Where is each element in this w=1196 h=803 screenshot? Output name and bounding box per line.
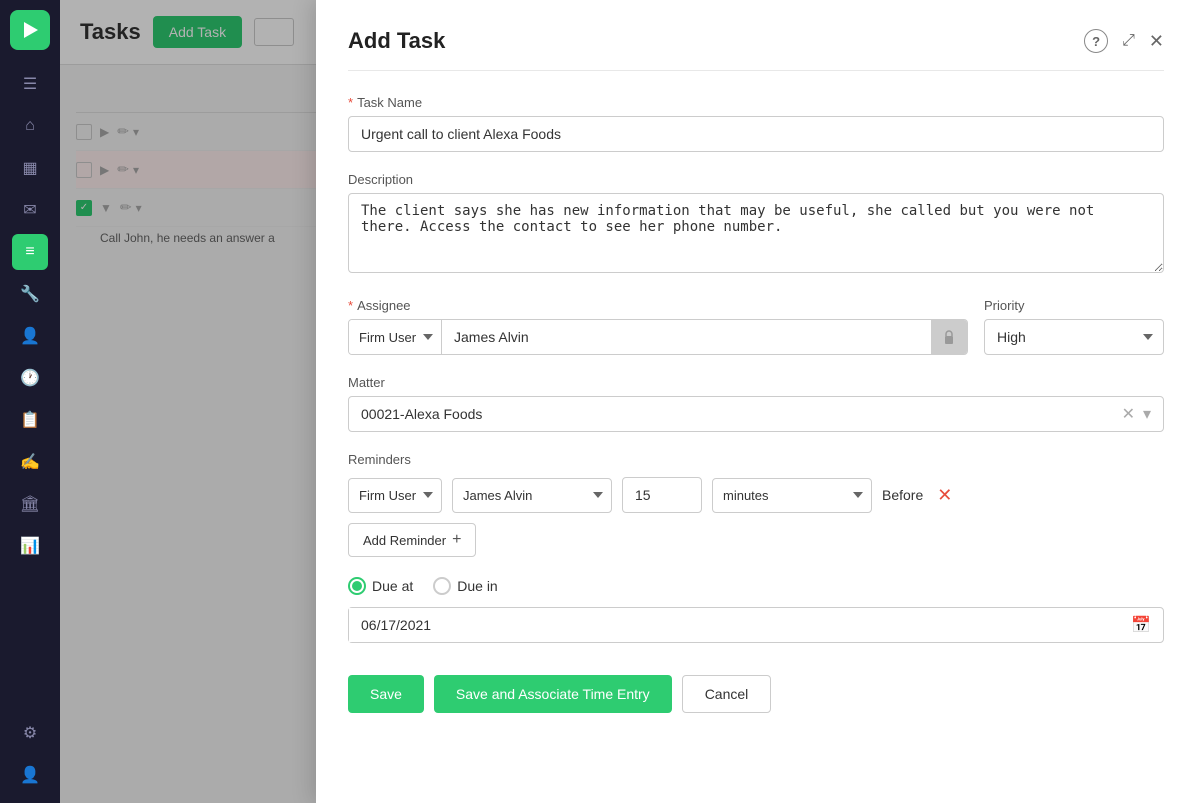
lock-icon[interactable]	[931, 320, 967, 354]
task-name-input[interactable]	[348, 116, 1164, 152]
matter-group: Matter 00021-Alexa Foods ✕ ▾	[348, 375, 1164, 432]
reminder-name-select[interactable]: James Alvin	[452, 478, 612, 513]
expand-icon[interactable]: ⤢	[1122, 32, 1135, 50]
due-in-option[interactable]: Due in	[433, 577, 497, 595]
reminder-row: Firm User James Alvin minutes Before ✕	[348, 477, 1164, 513]
calendar-icon[interactable]: 📅	[1119, 615, 1163, 635]
priority-group: Priority High	[984, 298, 1164, 355]
assignee-select-group: Firm User James Alvin	[348, 319, 968, 355]
description-group: Description	[348, 172, 1164, 278]
sidebar-item-settings[interactable]: ⚙	[12, 715, 48, 751]
due-group: Due at Due in 📅	[348, 577, 1164, 643]
task-name-label: *Task Name	[348, 95, 1164, 110]
sidebar-item-profile[interactable]: 👤	[12, 757, 48, 793]
sidebar-item-home[interactable]: ⌂	[12, 108, 48, 144]
cancel-button[interactable]: Cancel	[682, 675, 772, 713]
sidebar-item-reports[interactable]: 📊	[12, 528, 48, 564]
due-in-radio[interactable]	[433, 577, 451, 595]
reminders-label: Reminders	[348, 452, 1164, 467]
sidebar-item-esign[interactable]: ✍	[12, 444, 48, 480]
due-at-label: Due at	[372, 578, 413, 594]
modal-title: Add Task	[348, 28, 445, 54]
close-icon[interactable]: ✕	[1149, 31, 1164, 52]
reminders-section: Reminders Firm User James Alvin minutes …	[348, 452, 1164, 557]
footer-buttons: Save Save and Associate Time Entry Cance…	[348, 675, 1164, 713]
sidebar-item-tasks[interactable]: ≡	[12, 234, 48, 270]
sidebar-item-trust[interactable]: 🏛	[12, 486, 48, 522]
due-at-radio[interactable]	[348, 577, 366, 595]
matter-clear-icon[interactable]: ✕	[1122, 404, 1135, 424]
matter-input-row: 00021-Alexa Foods ✕ ▾	[348, 396, 1164, 432]
due-date-input[interactable]	[349, 608, 1119, 642]
sidebar-item-billing[interactable]: 📋	[12, 402, 48, 438]
modal-overlay: Add Task ? ⤢ ✕ *Task Name Description	[60, 0, 1196, 803]
description-input[interactable]	[348, 193, 1164, 273]
assignee-label: *Assignee	[348, 298, 968, 313]
sidebar-item-tools[interactable]: 🔧	[12, 276, 48, 312]
matter-label: Matter	[348, 375, 1164, 390]
reminder-type-select[interactable]: Firm User	[348, 478, 442, 513]
assignee-type-select[interactable]: Firm User	[349, 320, 442, 354]
date-input-row: 📅	[348, 607, 1164, 643]
description-label: Description	[348, 172, 1164, 187]
app-logo[interactable]	[10, 10, 50, 50]
reminder-delete-icon[interactable]: ✕	[937, 485, 952, 506]
priority-label: Priority	[984, 298, 1164, 313]
modal-action-buttons: ? ⤢ ✕	[1084, 29, 1164, 53]
due-in-label: Due in	[457, 578, 497, 594]
add-reminder-label: Add Reminder	[363, 533, 446, 548]
add-task-modal: Add Task ? ⤢ ✕ *Task Name Description	[316, 0, 1196, 803]
required-mark: *	[348, 95, 353, 110]
modal-header: Add Task ? ⤢ ✕	[348, 28, 1164, 71]
reminder-before-label: Before	[882, 487, 923, 503]
sidebar-item-mail[interactable]: ✉	[12, 192, 48, 228]
assignee-group: *Assignee Firm User James Alvin	[348, 298, 968, 355]
task-name-group: *Task Name	[348, 95, 1164, 152]
help-icon[interactable]: ?	[1084, 29, 1108, 53]
assignee-name-select[interactable]: James Alvin	[442, 320, 931, 354]
sidebar-item-contacts[interactable]: 👤	[12, 318, 48, 354]
reminder-unit-select[interactable]: minutes	[712, 478, 872, 513]
matter-expand-icon[interactable]: ▾	[1143, 404, 1151, 424]
reminder-number-input[interactable]	[622, 477, 702, 513]
due-row: Due at Due in	[348, 577, 1164, 595]
matter-actions: ✕ ▾	[1110, 404, 1163, 424]
due-at-option[interactable]: Due at	[348, 577, 413, 595]
matter-value: 00021-Alexa Foods	[349, 397, 1110, 431]
save-button[interactable]: Save	[348, 675, 424, 713]
sidebar-item-menu[interactable]: ☰	[12, 66, 48, 102]
main-content: Tasks Add Task Priority ▶ ✏ ▾ Low ▶ ✏	[60, 0, 1196, 803]
assignee-priority-row: *Assignee Firm User James Alvin	[348, 298, 1164, 375]
plus-icon: +	[452, 531, 461, 549]
sidebar: ☰ ⌂ ▦ ✉ ≡ 🔧 👤 🕐 📋 ✍ 🏛 📊 ⚙ 👤	[0, 0, 60, 803]
sidebar-item-calendar[interactable]: ▦	[12, 150, 48, 186]
priority-select[interactable]: High	[984, 319, 1164, 355]
sidebar-item-time[interactable]: 🕐	[12, 360, 48, 396]
add-reminder-button[interactable]: Add Reminder +	[348, 523, 476, 557]
save-associate-button[interactable]: Save and Associate Time Entry	[434, 675, 672, 713]
